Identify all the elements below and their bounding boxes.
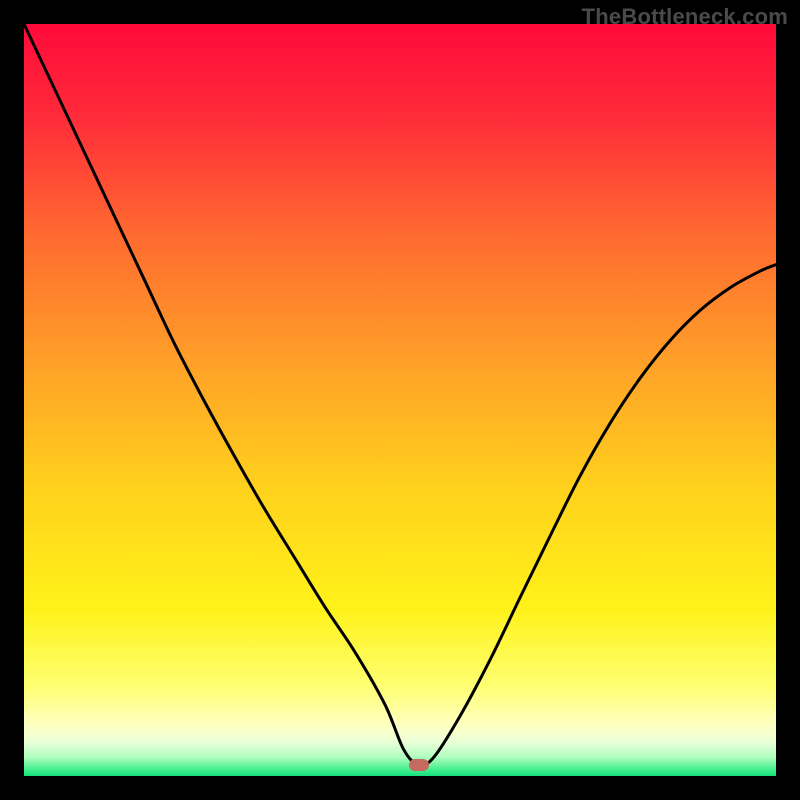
- watermark-text: TheBottleneck.com: [582, 4, 788, 30]
- bottleneck-curve: [24, 24, 776, 776]
- chart-frame: TheBottleneck.com: [0, 0, 800, 800]
- plot-area: [24, 24, 776, 776]
- minimum-marker: [409, 759, 429, 771]
